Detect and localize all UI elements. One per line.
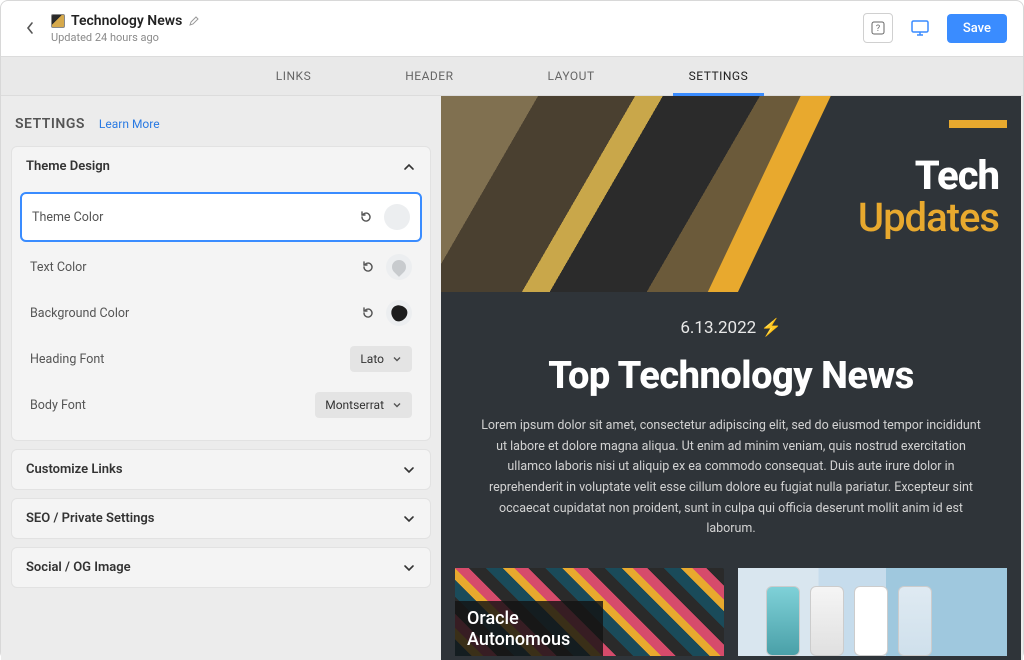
hero-banner: Tech Updates: [441, 96, 1021, 292]
card-1-title: Oracle Autonomous: [455, 601, 603, 656]
row-body-font: Body Font Montserrat: [20, 384, 422, 426]
panel-title-seo-private: SEO / Private Settings: [26, 511, 154, 526]
main: SETTINGS Learn More Theme Design Theme C…: [1, 96, 1023, 660]
chevron-down-icon: [402, 512, 416, 526]
panel-title-customize-links: Customize Links: [26, 462, 123, 477]
preview-cards: Oracle Autonomous: [441, 558, 1021, 656]
card-2[interactable]: [738, 568, 1007, 656]
save-button[interactable]: Save: [947, 14, 1007, 43]
chevron-down-icon: [392, 400, 402, 410]
tab-settings[interactable]: SETTINGS: [687, 57, 751, 95]
page-title: Technology News: [71, 13, 182, 29]
topbar-actions: ? Save: [863, 13, 1007, 43]
settings-sidebar: SETTINGS Learn More Theme Design Theme C…: [1, 96, 441, 660]
label-text-color: Text Color: [30, 260, 87, 275]
hero-title-2: Updates: [858, 194, 999, 241]
learn-more-link[interactable]: Learn More: [99, 117, 160, 131]
updated-text: Updated 24 hours ago: [51, 31, 200, 44]
tabs-bar: LINKS HEADER LAYOUT SETTINGS: [1, 56, 1023, 96]
preview-pane: Tech Updates 6.13.2022 ⚡ Top Technology …: [441, 96, 1023, 660]
tab-links[interactable]: LINKS: [274, 57, 313, 95]
text-color-swatch[interactable]: [386, 254, 412, 280]
top-bar: Technology News Updated 24 hours ago ? S…: [1, 1, 1023, 56]
chevron-down-icon: [392, 354, 402, 364]
theme-color-swatch[interactable]: [384, 204, 410, 230]
site-icon: [51, 14, 65, 28]
preview-desktop-button[interactable]: [905, 13, 935, 43]
row-text-color[interactable]: Text Color: [20, 246, 422, 288]
preview-date: 6.13.2022 ⚡: [477, 318, 985, 338]
panel-theme-design: Theme Design Theme Color Text Colo: [11, 146, 431, 441]
chevron-down-icon: [402, 561, 416, 575]
accent-bar: [949, 120, 1007, 128]
panel-seo-private: SEO / Private Settings: [11, 498, 431, 539]
help-button[interactable]: ?: [863, 13, 893, 43]
preview-lorem: Lorem ipsum dolor sit amet, consectetur …: [477, 416, 985, 540]
tab-header[interactable]: HEADER: [403, 57, 455, 95]
label-heading-font: Heading Font: [30, 352, 104, 367]
preview-body: 6.13.2022 ⚡ Top Technology News Lorem ip…: [441, 292, 1021, 558]
title-block: Technology News Updated 24 hours ago: [51, 13, 200, 44]
body-font-select[interactable]: Montserrat: [315, 392, 412, 418]
label-body-font: Body Font: [30, 398, 86, 413]
heading-font-value: Lato: [360, 352, 384, 366]
panel-header-customize-links[interactable]: Customize Links: [12, 450, 430, 489]
chevron-up-icon: [402, 160, 416, 174]
panel-header-seo-private[interactable]: SEO / Private Settings: [12, 499, 430, 538]
back-button[interactable]: [19, 17, 41, 39]
body-font-value: Montserrat: [325, 398, 384, 412]
preview-content: Tech Updates 6.13.2022 ⚡ Top Technology …: [441, 96, 1021, 660]
panel-social-og: Social / OG Image: [11, 547, 431, 588]
reset-text-color-icon[interactable]: [360, 259, 376, 275]
panel-title-social-og: Social / OG Image: [26, 560, 131, 575]
reset-theme-color-icon[interactable]: [358, 209, 374, 225]
panel-customize-links: Customize Links: [11, 449, 431, 490]
edit-title-icon[interactable]: [188, 15, 200, 27]
svg-text:?: ?: [876, 24, 880, 34]
reset-bg-color-icon[interactable]: [360, 305, 376, 321]
chevron-down-icon: [402, 463, 416, 477]
row-theme-color[interactable]: Theme Color: [20, 192, 422, 242]
tab-layout[interactable]: LAYOUT: [546, 57, 597, 95]
row-heading-font: Heading Font Lato: [20, 338, 422, 380]
label-background-color: Background Color: [30, 306, 129, 321]
panel-header-social-og[interactable]: Social / OG Image: [12, 548, 430, 587]
preview-headline: Top Technology News: [477, 354, 985, 398]
row-background-color[interactable]: Background Color: [20, 292, 422, 334]
bolt-icon: ⚡: [760, 318, 781, 338]
panel-header-theme-design[interactable]: Theme Design: [12, 147, 430, 186]
bg-color-swatch[interactable]: [386, 300, 412, 326]
date-text: 6.13.2022: [680, 318, 756, 338]
hero-title-1: Tech: [915, 152, 999, 199]
panel-title-theme-design: Theme Design: [26, 159, 110, 174]
settings-heading: SETTINGS: [15, 116, 85, 132]
label-theme-color: Theme Color: [32, 210, 103, 225]
card-1[interactable]: Oracle Autonomous: [455, 568, 724, 656]
heading-font-select[interactable]: Lato: [350, 346, 412, 372]
